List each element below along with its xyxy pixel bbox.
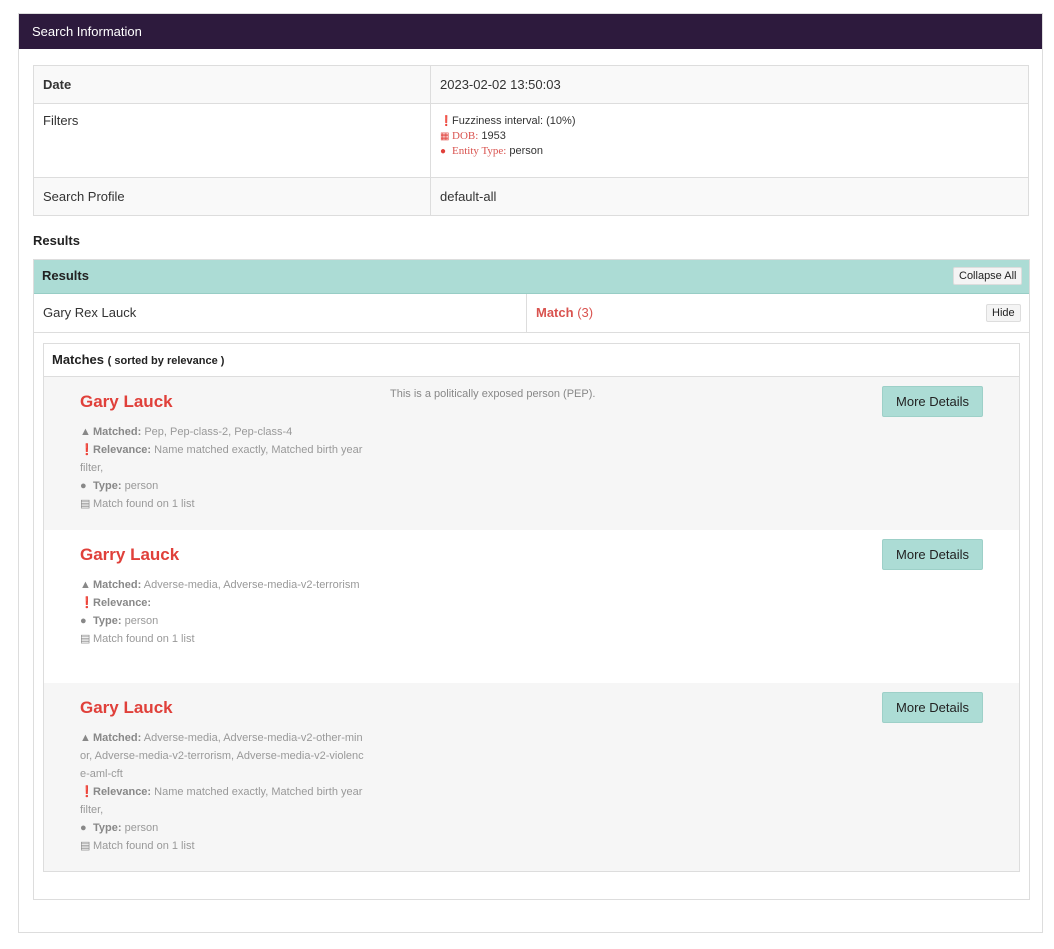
relevance-line: ❗Relevance: — [80, 594, 366, 612]
user-icon: ● — [80, 615, 87, 627]
user-icon: ● — [80, 822, 87, 834]
user-icon: ● — [440, 146, 447, 157]
profile-label: Search Profile — [33, 177, 431, 216]
match-item: Gary Lauck This is a politically exposed… — [44, 377, 1019, 530]
relevance-line: ❗Relevance: Name matched exactly, Matche… — [80, 441, 366, 477]
info-circle-icon: ❗ — [80, 786, 94, 798]
user-icon: ● — [80, 480, 87, 492]
matches-sort-note: ( sorted by relevance ) — [107, 355, 225, 367]
match-name[interactable]: Gary Lauck — [80, 392, 173, 412]
person-row: Gary Rex Lauck Match (3) Hide — [34, 294, 1029, 333]
match-name[interactable]: Gary Lauck — [80, 698, 173, 718]
type-line: ● Type: person — [80, 819, 366, 837]
list-icon: ▤ — [80, 840, 91, 852]
match-item: Gary Lauck ▲ Matched: Adverse-media, Adve… — [44, 683, 1019, 871]
match-details: ▲ Matched: Pep, Pep-class-2, Pep-class-4 … — [80, 423, 366, 513]
info-row-profile: Search Profile default-all — [33, 177, 1029, 216]
matches-header: Matches ( sorted by relevance ) — [44, 344, 1019, 377]
info-circle-icon: ❗ — [80, 444, 94, 456]
profile-value: default-all — [430, 177, 1029, 216]
type-line: ● Type: person — [80, 612, 366, 630]
results-panel: Results Collapse All Gary Rex Lauck Matc… — [33, 259, 1030, 900]
hide-button[interactable]: Hide — [986, 304, 1021, 322]
filter-entity-type: ● Entity Type: person — [440, 145, 544, 157]
match-details: ▲ Matched: Adverse-media, Adverse-media-v… — [80, 729, 366, 855]
info-row-filters: Filters ❗Fuzziness interval: (10%) ▦ DOB:… — [33, 103, 1029, 178]
search-info-table: Date 2023-02-02 13:50:03 Filters ❗Fuzzin… — [33, 65, 1029, 216]
filters-value: ❗Fuzziness interval: (10%) ▦ DOB: 1953 ● E… — [430, 103, 1029, 178]
filter-dob: ▦ DOB: 1953 — [440, 130, 506, 142]
info-circle-icon: ❗ — [80, 597, 94, 609]
match-name[interactable]: Garry Lauck — [80, 545, 179, 565]
warning-icon: ▲ — [80, 579, 91, 591]
search-information-panel: Search Information Date 2023-02-02 13:50… — [18, 13, 1043, 933]
results-panel-header: Results Collapse All — [34, 260, 1029, 294]
filters-label: Filters — [33, 103, 431, 178]
match-description: This is a politically exposed person (PE… — [390, 388, 596, 400]
warning-icon: ▲ — [80, 732, 91, 744]
collapse-all-button[interactable]: Collapse All — [953, 267, 1023, 285]
date-label: Date — [33, 65, 431, 104]
type-line: ● Type: person — [80, 477, 366, 495]
results-panel-title: Results — [42, 268, 89, 283]
lists-line: ▤ Match found on 1 list — [80, 837, 366, 855]
match-count-label: Match (3) — [536, 305, 594, 320]
filter-fuzziness: ❗Fuzziness interval: (10%) — [440, 115, 576, 127]
more-details-button[interactable]: More Details — [882, 386, 983, 417]
list-icon: ▤ — [80, 498, 91, 510]
panel-title: Search Information — [19, 14, 1042, 49]
matches-box: Matches ( sorted by relevance ) Gary Lau… — [43, 343, 1020, 872]
more-details-button[interactable]: More Details — [882, 539, 983, 570]
matched-line: ▲ Matched: Adverse-media, Adverse-media-v… — [80, 576, 366, 594]
list-icon: ▤ — [80, 633, 91, 645]
info-circle-icon: ❗ — [440, 116, 453, 127]
match-details: ▲ Matched: Adverse-media, Adverse-media-v… — [80, 576, 366, 648]
date-value: 2023-02-02 13:50:03 — [430, 65, 1029, 104]
person-name: Gary Rex Lauck — [43, 305, 137, 320]
matched-line: ▲ Matched: Adverse-media, Adverse-media-v… — [80, 729, 366, 783]
results-section-title: Results — [33, 233, 80, 248]
info-row-date: Date 2023-02-02 13:50:03 — [33, 65, 1029, 104]
calendar-icon: ▦ — [440, 131, 450, 142]
lists-line: ▤ Match found on 1 list — [80, 630, 366, 648]
matched-line: ▲ Matched: Pep, Pep-class-2, Pep-class-4 — [80, 423, 366, 441]
relevance-line: ❗Relevance: Name matched exactly, Matche… — [80, 783, 366, 819]
warning-icon: ▲ — [80, 426, 91, 438]
lists-line: ▤ Match found on 1 list — [80, 495, 366, 513]
row-divider — [526, 294, 527, 332]
matches-title: Matches — [52, 352, 105, 367]
more-details-button[interactable]: More Details — [882, 692, 983, 723]
match-item: Garry Lauck ▲ Matched: Adverse-media, Adv… — [44, 530, 1019, 683]
